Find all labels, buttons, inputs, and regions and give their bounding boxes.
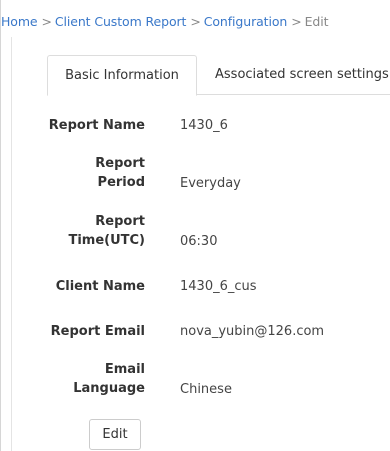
report-time-label: Report Time(UTC): [9, 212, 145, 250]
report-time-label-line2: Time(UTC): [68, 233, 145, 248]
breadcrumb: Home > Client Custom Report > Configuration >…: [1, 14, 329, 29]
report-name-label-text: Report Name: [48, 118, 145, 133]
email-language-label-line2: Language: [73, 381, 145, 396]
breadcrumb-configuration[interactable]: Configuration: [204, 14, 288, 29]
tab-associated-screen-settings[interactable]: Associated screen settings: [215, 55, 389, 95]
client-name-label-text: Client Name: [55, 279, 145, 294]
report-email-label: Report Email: [9, 322, 145, 341]
email-language-label: Email Language: [9, 360, 145, 398]
breadcrumb-current-edit: Edit: [304, 14, 329, 29]
tab-bar: Basic Information Associated screen sett…: [47, 55, 390, 96]
page-frame: Home > Client Custom Report > Configuration >…: [0, 0, 390, 451]
edit-button[interactable]: Edit: [89, 419, 141, 450]
client-name-label: Client Name: [9, 277, 145, 296]
report-name-value: 1430_6: [180, 118, 228, 133]
email-language-value: Chinese: [180, 382, 232, 397]
breadcrumb-home[interactable]: Home: [1, 14, 38, 29]
breadcrumb-client-custom-report[interactable]: Client Custom Report: [55, 14, 187, 29]
report-name-label: Report Name: [9, 116, 145, 135]
report-period-value: Everyday: [180, 176, 241, 191]
report-time-value: 06:30: [180, 234, 218, 249]
report-period-label-line1: Report: [95, 156, 145, 171]
breadcrumb-separator: >: [190, 14, 201, 29]
report-email-label-text: Report Email: [50, 324, 145, 339]
breadcrumb-separator: >: [291, 14, 302, 29]
report-time-label-line1: Report: [95, 214, 145, 229]
report-email-value: nova_yubin@126.com: [180, 324, 325, 339]
report-period-label-line2: Period: [97, 175, 145, 190]
email-language-label-line1: Email: [104, 362, 145, 377]
breadcrumb-separator: >: [41, 14, 52, 29]
report-period-label: Report Period: [9, 154, 145, 192]
tab-basic-information[interactable]: Basic Information: [47, 55, 197, 96]
client-name-value: 1430_6_cus: [180, 279, 257, 294]
